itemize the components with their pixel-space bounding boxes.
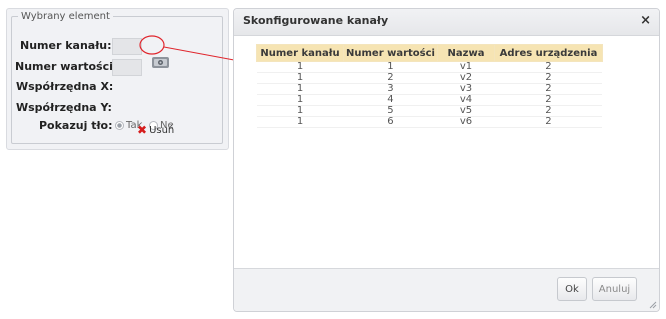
table-cell: 6 — [343, 116, 438, 128]
gear-icon[interactable] — [150, 54, 171, 71]
table-header-row: Numer kanału Numer wartości Nazwa Adres … — [256, 44, 603, 62]
table-cell: v5 — [437, 105, 495, 117]
resize-grip-icon[interactable] — [648, 300, 657, 309]
table-cell: v1 — [437, 61, 495, 73]
fieldset-legend: Wybrany element — [18, 10, 113, 23]
column-header[interactable]: Adres urządzenia — [493, 44, 603, 62]
channel-number-input[interactable] — [112, 38, 142, 55]
channels-table: Numer kanału Numer wartości Nazwa Adres … — [256, 44, 603, 128]
table-cell: 1 — [256, 105, 344, 117]
radio-yes-indicator[interactable] — [115, 121, 124, 130]
channel-number-label: Numer kanału: — [20, 39, 112, 52]
table-cell: 2 — [494, 83, 603, 95]
table-cell: 1 — [256, 83, 344, 95]
delete-label: Usuń — [149, 125, 175, 136]
configured-channels-dialog: Skonfigurowane kanały × Numer kanału Num… — [233, 8, 660, 312]
table-cell: 5 — [343, 105, 438, 117]
dialog-title: Skonfigurowane kanały — [243, 14, 389, 27]
table-cell: 4 — [343, 94, 438, 106]
table-cell: 2 — [494, 116, 603, 128]
column-header[interactable]: Nazwa — [436, 44, 495, 62]
table-row[interactable]: 1 6 v6 2 — [256, 116, 603, 128]
table-cell: 1 — [256, 72, 344, 84]
coord-y-label: Współrzędna Y: — [16, 101, 112, 114]
table-cell: 2 — [343, 72, 438, 84]
table-cell: v4 — [437, 94, 495, 106]
close-icon[interactable]: × — [640, 13, 651, 28]
table-row[interactable]: 1 3 v3 2 — [256, 83, 603, 95]
table-cell: 2 — [494, 61, 603, 73]
dialog-footer: Ok Anuluj — [234, 268, 659, 311]
table-row[interactable]: 1 4 v4 2 — [256, 94, 603, 106]
table-cell: v6 — [437, 116, 495, 128]
selected-element-panel: Wybrany element Numer kanału: Numer wart… — [6, 8, 229, 150]
cancel-button[interactable]: Anuluj — [592, 277, 637, 301]
table-cell: v3 — [437, 83, 495, 95]
table-cell: 1 — [256, 94, 344, 106]
table-cell: 2 — [494, 105, 603, 117]
table-cell: 3 — [343, 83, 438, 95]
column-header[interactable]: Numer wartości — [343, 44, 438, 62]
column-header[interactable]: Numer kanału — [256, 44, 344, 62]
show-background-label: Pokazuj tło: — [39, 119, 113, 132]
value-number-label: Numer wartości: — [15, 60, 118, 73]
table-cell: 1 — [256, 116, 344, 128]
table-cell: 1 — [256, 61, 344, 73]
value-number-input[interactable] — [112, 59, 142, 76]
close-icon: ✖ — [137, 123, 148, 137]
table-cell: 1 — [343, 61, 438, 73]
selected-element-fieldset: Wybrany element Numer kanału: Numer wart… — [11, 10, 223, 144]
table-cell: 2 — [494, 72, 603, 84]
ok-button[interactable]: Ok — [557, 277, 587, 301]
table-row[interactable]: 1 1 v1 2 — [256, 61, 603, 73]
coord-x-label: Współrzędna X: — [16, 80, 114, 93]
dialog-header: Skonfigurowane kanały × — [234, 9, 659, 36]
delete-button[interactable]: ✖ Usuń — [137, 123, 175, 137]
table-row[interactable]: 1 2 v2 2 — [256, 72, 603, 84]
table-row[interactable]: 1 5 v5 2 — [256, 105, 603, 117]
table-cell: v2 — [437, 72, 495, 84]
table-cell: 2 — [494, 94, 603, 106]
